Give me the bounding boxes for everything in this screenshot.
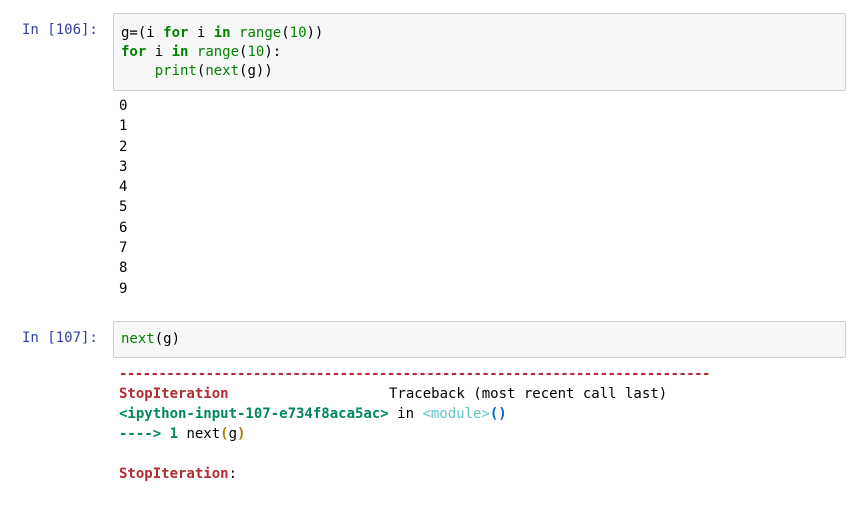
input-prompt: In [106]: [22,22,98,38]
output-line: 2 [119,138,128,155]
traceback-divider: ----------------------------------------… [119,366,710,382]
code-line: print(next(g)) [154,63,273,79]
code-editor[interactable]: g=(i for i in range(10)) for i in range(… [113,13,846,91]
traceback-final-error: StopIteration: [119,466,238,482]
output-line: 0 [119,98,128,114]
output-line: 5 [119,199,128,216]
code-editor[interactable]: next(g) [113,321,846,358]
traceback-blank [119,444,710,464]
output-line: 7 [119,240,128,257]
traceback-header: StopIteration Traceback (most recent cal… [119,386,668,402]
output-line: 1 [119,118,128,135]
traceback-arrow-line: ----> 1 next(g) [119,426,246,442]
output-line: 8 [119,260,128,277]
input-prompt: In [107]: [22,330,98,346]
code-line: for i in range(10): [121,44,282,60]
error-traceback: ----------------------------------------… [119,364,710,484]
cell-output: 0 1 2 3 4 5 6 7 8 9 [119,96,127,299]
output-line: 6 [119,219,128,236]
output-line: 9 [119,280,128,297]
output-line: 3 [119,158,128,175]
traceback-location: <ipython-input-107-e734f8aca5ac> in <mod… [119,406,507,422]
code-line: g=(i for i in range(10)) [121,25,324,41]
code-line: next(g) [121,331,181,347]
output-line: 4 [119,179,128,196]
